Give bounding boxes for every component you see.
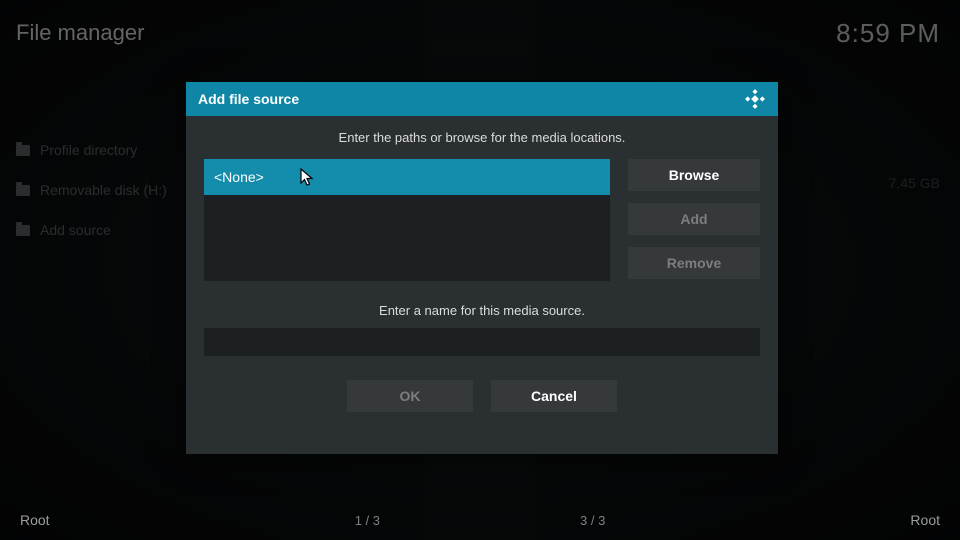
paths-instruction: Enter the paths or browse for the media … bbox=[204, 130, 760, 145]
kodi-logo-icon bbox=[744, 88, 766, 110]
footer-right-label: Root bbox=[910, 512, 940, 528]
add-file-source-dialog: Add file source Enter the paths or brows… bbox=[186, 82, 778, 454]
left-count: 1 / 3 bbox=[355, 513, 380, 528]
ok-button[interactable]: OK bbox=[347, 380, 473, 412]
dialog-title: Add file source bbox=[198, 91, 299, 107]
cursor-icon bbox=[300, 168, 316, 188]
path-value: <None> bbox=[214, 169, 264, 185]
path-input[interactable]: <None> bbox=[204, 159, 610, 195]
cancel-button[interactable]: Cancel bbox=[491, 380, 617, 412]
footer-left-label: Root bbox=[20, 512, 50, 528]
footer: 1 / 3 3 / 3 Root Root bbox=[0, 512, 960, 528]
dialog-header: Add file source bbox=[186, 82, 778, 116]
name-instruction: Enter a name for this media source. bbox=[204, 303, 760, 318]
paths-list: <None> bbox=[204, 159, 610, 281]
browse-button[interactable]: Browse bbox=[628, 159, 760, 191]
right-count: 3 / 3 bbox=[580, 513, 605, 528]
source-name-input[interactable] bbox=[204, 328, 760, 356]
add-button[interactable]: Add bbox=[628, 203, 760, 235]
remove-button[interactable]: Remove bbox=[628, 247, 760, 279]
